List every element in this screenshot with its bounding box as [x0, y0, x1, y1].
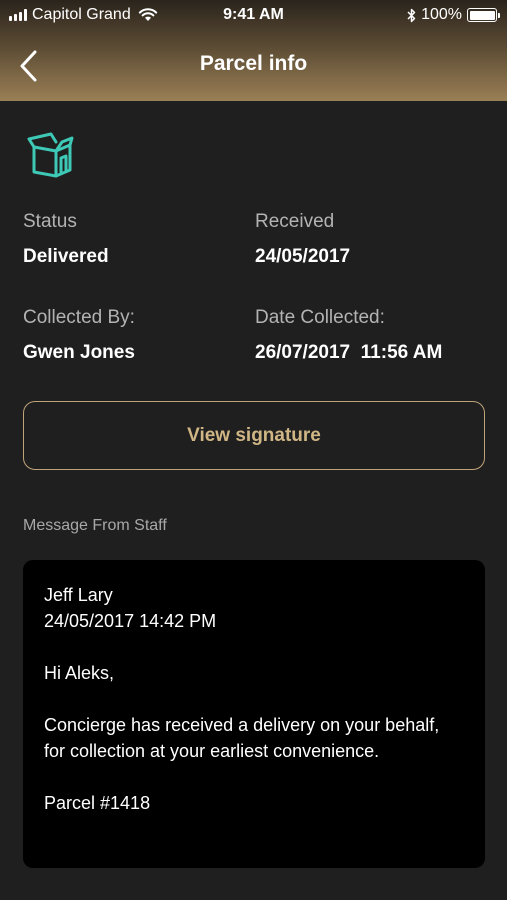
battery-icon: [467, 8, 500, 22]
date-collected-value: 26/07/2017 11:56 AM: [255, 342, 443, 363]
message-parcel-ref: Parcel #1418: [44, 793, 151, 813]
staff-message-card: Jeff Lary 24/05/2017 14:42 PM Hi Aleks, …: [23, 560, 485, 868]
message-section-label: Message From Staff: [23, 517, 167, 534]
status-label: Status: [23, 211, 77, 232]
bluetooth-icon: [407, 8, 416, 22]
received-value: 24/05/2017: [255, 246, 351, 267]
status-value: Delivered: [23, 246, 109, 267]
message-body: Concierge has received a delivery on you…: [44, 715, 440, 761]
battery-percent: 100%: [421, 6, 462, 23]
view-signature-label: View signature: [187, 424, 321, 446]
status-bar: Capitol Grand 9:41 AM 100%: [0, 0, 507, 30]
page-title: Parcel info: [199, 52, 308, 75]
view-signature-button[interactable]: View signature: [23, 401, 485, 470]
box-icon: [27, 132, 74, 178]
received-label: Received: [255, 211, 335, 232]
collected-by-value: Gwen Jones: [23, 342, 135, 363]
message-timestamp: 24/05/2017 14:42 PM: [44, 611, 217, 631]
date-collected-label: Date Collected:: [255, 307, 385, 328]
message-author: Jeff Lary: [44, 585, 113, 605]
header-bar: Capitol Grand 9:41 AM 100% Parcel info: [0, 0, 507, 101]
message-greeting: Hi Aleks,: [44, 663, 115, 683]
collected-by-label: Collected By:: [23, 307, 135, 328]
